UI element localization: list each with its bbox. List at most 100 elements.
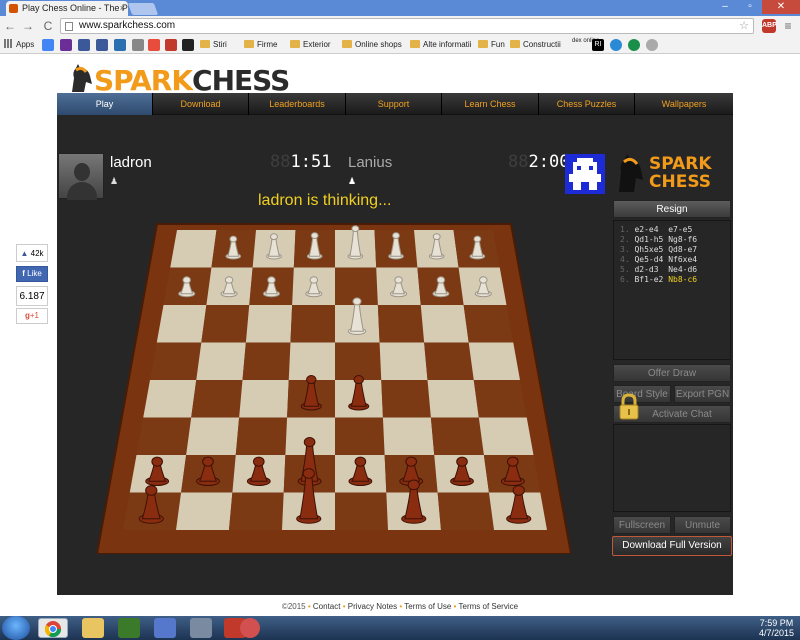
close-window-button[interactable]: ✕	[762, 0, 800, 14]
board-square[interactable]	[424, 342, 474, 381]
chess-board[interactable]	[95, 200, 573, 555]
resign-button[interactable]: Resign	[613, 200, 731, 218]
new-tab-button[interactable]	[127, 3, 159, 15]
dex-online-bookmark[interactable]: dex online	[572, 38, 599, 52]
move-row: 2. Qd1-h5 Ng8-f6	[620, 235, 698, 244]
address-bar[interactable]: www.sparkchess.com ☆	[60, 18, 754, 34]
bookmark-folder-fun[interactable]: Fun	[478, 38, 505, 52]
board-square[interactable]	[290, 305, 335, 343]
board-square[interactable]	[245, 305, 293, 343]
reload-button[interactable]: C	[40, 18, 56, 34]
minimize-button[interactable]: –	[712, 0, 738, 14]
network-taskbar-icon[interactable]	[154, 618, 176, 638]
bookmark-folder-constructii[interactable]: Constructii	[510, 38, 561, 52]
bookmark-star-icon[interactable]: ☆	[739, 19, 749, 32]
board-square[interactable]	[478, 417, 534, 456]
system-clock[interactable]: 7:59 PM 4/7/2015	[759, 618, 794, 638]
chess-board-canvas[interactable]	[95, 200, 573, 555]
settings-icon[interactable]	[646, 39, 658, 51]
circle-icon[interactable]	[628, 39, 640, 51]
board-square[interactable]	[201, 305, 250, 343]
nvidia-taskbar-icon[interactable]	[118, 618, 140, 638]
forward-button[interactable]: →	[20, 18, 36, 34]
nav-chess-puzzles[interactable]: Chess Puzzles	[539, 93, 635, 115]
tab-close-icon[interactable]: ×	[120, 3, 125, 13]
m-icon[interactable]	[132, 39, 144, 51]
menu-icon[interactable]: ≡	[781, 19, 795, 33]
globe-icon[interactable]	[610, 39, 622, 51]
board-square[interactable]	[288, 342, 335, 381]
nav-leaderboards[interactable]: Leaderboards	[249, 93, 346, 115]
rl-icon[interactable]	[148, 39, 160, 51]
bookmarks-bar: Apps Stiri Firme Exterior Online shops A…	[0, 36, 800, 54]
board-square[interactable]	[196, 342, 246, 381]
board-square[interactable]	[143, 380, 197, 418]
board-square[interactable]	[150, 342, 202, 381]
footer-link-terms-use[interactable]: Terms of Use	[404, 602, 451, 611]
t-icon[interactable]	[114, 39, 126, 51]
board-square[interactable]	[335, 417, 385, 456]
download-full-version-button[interactable]: Download Full Version	[612, 536, 732, 556]
adblock-icon[interactable]: ABP	[762, 19, 777, 33]
m-taskbar-icon[interactable]	[190, 618, 212, 638]
bookmark-folder-stiri[interactable]: Stiri	[200, 38, 227, 52]
b-icon[interactable]	[182, 39, 194, 51]
board-square[interactable]	[242, 342, 291, 381]
player1-avatar	[58, 153, 104, 200]
fullscreen-button[interactable]: Fullscreen	[613, 516, 671, 534]
footer-link-contact[interactable]: Contact	[313, 602, 341, 611]
export-pgn-button[interactable]: Export PGN	[674, 385, 731, 403]
globe-taskbar-icon[interactable]	[240, 618, 260, 638]
board-square[interactable]	[136, 417, 192, 456]
start-button[interactable]	[2, 616, 30, 640]
board-square[interactable]	[382, 417, 435, 456]
bookmark-folder-alte-informatii[interactable]: Alte informatii	[410, 38, 471, 52]
board-square[interactable]	[463, 305, 514, 343]
y-icon[interactable]	[60, 39, 72, 51]
board-square[interactable]	[437, 492, 494, 531]
board-square[interactable]	[420, 305, 469, 343]
nav-wallpapers[interactable]: Wallpapers	[635, 93, 733, 115]
f-icon[interactable]	[78, 39, 90, 51]
unmute-button[interactable]: Unmute	[674, 516, 731, 534]
board-square[interactable]	[468, 342, 520, 381]
footer-link-privacy[interactable]: Privacy Notes	[348, 602, 397, 611]
board-square[interactable]	[377, 305, 425, 343]
bookmark-folder-firme[interactable]: Firme	[244, 38, 277, 52]
footer-link-terms-service[interactable]: Terms of Service	[459, 602, 519, 611]
apps-bookmark[interactable]: Apps	[4, 38, 34, 52]
nav-play[interactable]: Play	[57, 93, 153, 115]
board-square[interactable]	[239, 380, 289, 418]
browser-tab[interactable]: Play Chess Online - The P ×	[6, 1, 128, 16]
board-square[interactable]	[430, 417, 484, 456]
board-square[interactable]	[379, 342, 428, 381]
offer-draw-button[interactable]: Offer Draw	[613, 364, 731, 382]
board-square[interactable]	[335, 342, 382, 381]
board-square[interactable]	[176, 492, 233, 531]
bookmark-folder-exterior[interactable]: Exterior	[290, 38, 331, 52]
folder-taskbar-icon[interactable]	[82, 618, 104, 638]
google-plus-button[interactable]: g+1	[16, 308, 48, 324]
ri-bookmark[interactable]: RI	[592, 39, 604, 51]
nav-learn-chess[interactable]: Learn Chess	[442, 93, 539, 115]
board-square[interactable]	[473, 380, 527, 418]
board-square[interactable]	[191, 380, 243, 418]
board-square[interactable]	[427, 380, 479, 418]
nav-support[interactable]: Support	[346, 93, 442, 115]
maximize-button[interactable]: ▫	[738, 0, 762, 14]
bookmark-folder-online-shops[interactable]: Online shops	[342, 38, 402, 52]
board-square[interactable]	[186, 417, 240, 456]
board-square[interactable]	[235, 417, 288, 456]
back-button[interactable]: ←	[2, 18, 18, 34]
x-icon[interactable]	[165, 39, 177, 51]
board-square[interactable]	[335, 492, 388, 531]
f-icon[interactable]	[96, 39, 108, 51]
board-square[interactable]	[381, 380, 431, 418]
board-square[interactable]	[156, 305, 207, 343]
board-square[interactable]	[170, 230, 217, 268]
chrome-taskbar-icon[interactable]	[38, 618, 68, 638]
facebook-like-button[interactable]: f Like	[16, 266, 48, 282]
nav-download[interactable]: Download	[153, 93, 249, 115]
board-square[interactable]	[229, 492, 284, 531]
g-icon[interactable]	[42, 39, 54, 51]
